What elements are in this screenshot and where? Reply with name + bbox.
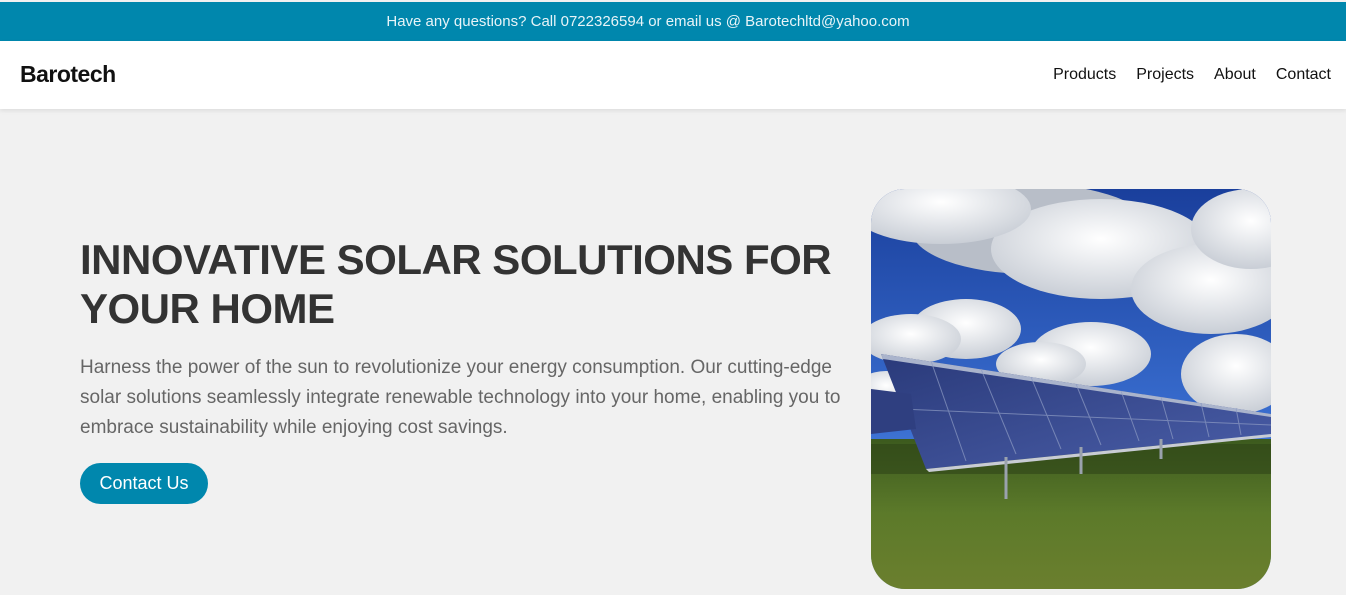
navbar: Barotech Products Projects About Contact	[0, 41, 1346, 109]
nav-link-projects[interactable]: Projects	[1136, 66, 1194, 84]
nav-link-contact[interactable]: Contact	[1276, 66, 1331, 84]
hero-title: INNOVATIVE SOLAR SOLUTIONS FOR YOUR HOME	[80, 236, 832, 332]
hero-description: Harness the power of the sun to revoluti…	[80, 357, 841, 438]
contact-us-button[interactable]: Contact Us	[80, 463, 208, 504]
nav-links: Products Projects About Contact	[1053, 66, 1331, 84]
brand-logo[interactable]: Barotech	[20, 61, 116, 88]
nav-link-products[interactable]: Products	[1053, 66, 1116, 84]
nav-link-about[interactable]: About	[1214, 66, 1256, 84]
contact-info-bar: Have any questions? Call 0722326594 or e…	[0, 2, 1346, 41]
solar-panels-image	[871, 189, 1271, 589]
contact-info-text: Have any questions? Call 0722326594 or e…	[386, 13, 910, 30]
